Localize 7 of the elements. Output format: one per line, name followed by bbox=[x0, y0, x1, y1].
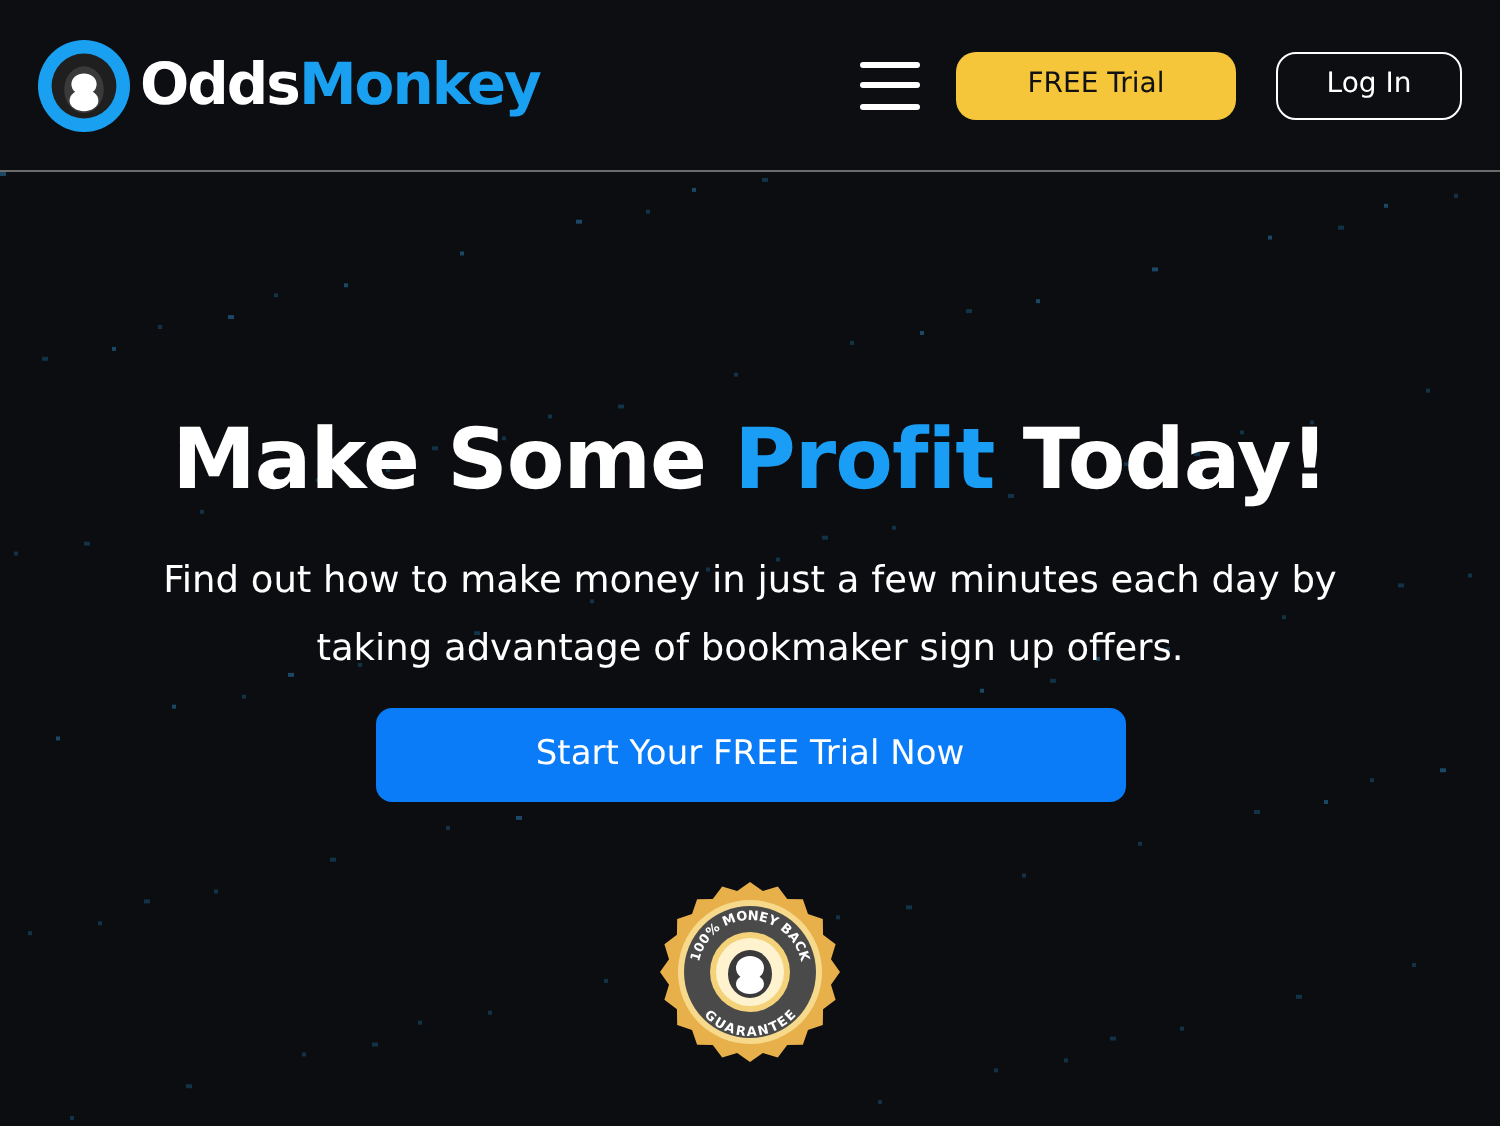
menu-icon[interactable] bbox=[860, 61, 920, 109]
start-trial-button[interactable]: Start Your FREE Trial Now bbox=[375, 708, 1125, 802]
logo-text: OddsMonkey bbox=[140, 47, 540, 122]
login-button[interactable]: Log In bbox=[1276, 51, 1462, 119]
free-trial-button[interactable]: FREE Trial bbox=[956, 51, 1236, 119]
subtitle: Find out how to make money in just a few minutes each day by taking advantage of bookmaker sign up offers. bbox=[161, 558, 1339, 674]
headline: Make Some Profit Today! bbox=[172, 408, 1328, 512]
